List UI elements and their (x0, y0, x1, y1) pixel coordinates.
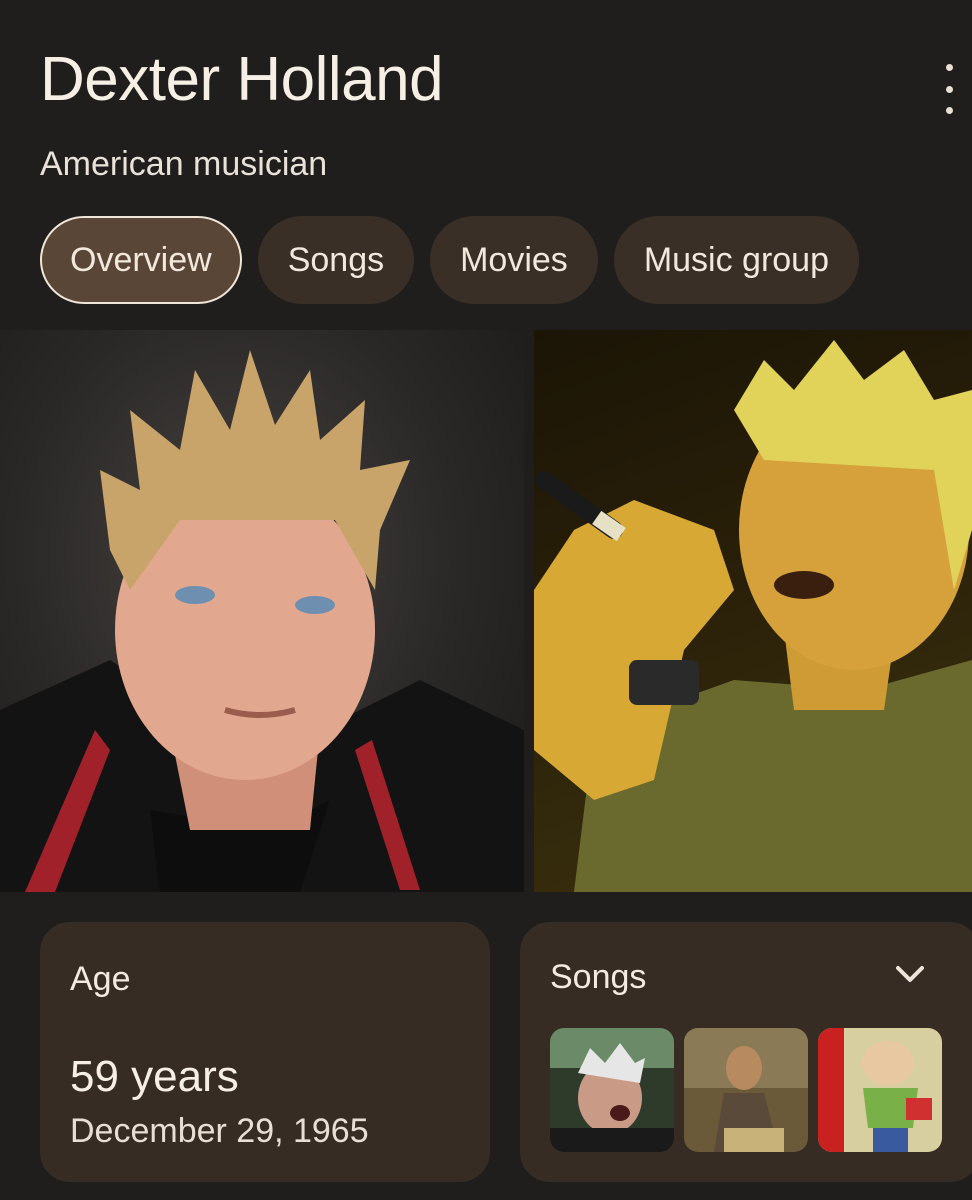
tab-movies[interactable]: Movies (430, 216, 598, 304)
tab-bar: Overview Songs Movies Music group (40, 216, 860, 304)
songs-label: Songs (550, 958, 647, 996)
birth-date: December 29, 1965 (70, 1112, 369, 1150)
song-thumbnails (550, 1028, 942, 1152)
more-vert-icon[interactable] (936, 64, 962, 114)
portrait-photo[interactable] (0, 330, 524, 892)
tab-overview[interactable]: Overview (40, 216, 242, 304)
songs-card[interactable]: Songs (520, 922, 972, 1182)
page-title: Dexter Holland (40, 45, 444, 114)
knowledge-panel: Dexter Holland American musician Overvie… (0, 0, 972, 1200)
age-label: Age (70, 960, 131, 998)
age-value: 59 years (70, 1052, 239, 1101)
age-card[interactable]: Age 59 years December 29, 1965 (40, 922, 490, 1182)
tab-music-group[interactable]: Music group (613, 216, 860, 304)
page-subtitle: American musician (40, 145, 328, 183)
song-thumbnail[interactable] (550, 1028, 674, 1152)
performance-photo[interactable] (534, 330, 972, 892)
image-carousel (0, 330, 972, 892)
song-thumbnail[interactable] (818, 1028, 942, 1152)
tab-songs[interactable]: Songs (257, 216, 415, 304)
song-thumbnail[interactable] (684, 1028, 808, 1152)
chevron-down-icon[interactable] (892, 960, 928, 990)
